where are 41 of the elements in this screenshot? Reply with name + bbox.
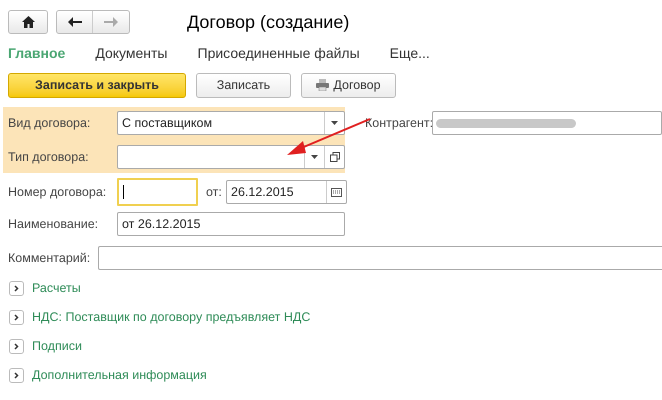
counterparty-field[interactable] — [432, 111, 662, 135]
contract-number-field[interactable] — [117, 178, 198, 206]
contract-kind-dropdown[interactable]: С поставщиком — [117, 111, 345, 135]
chevron-right-icon — [14, 284, 19, 292]
field-label: Вид договора: — [8, 114, 92, 132]
open-icon — [330, 152, 340, 162]
date-label: от: — [206, 184, 223, 201]
name-field[interactable]: от 26.12.2015 — [117, 212, 345, 236]
section-toggle[interactable]: Дополнительная информация — [9, 365, 662, 385]
tab[interactable]: Еще... — [390, 42, 430, 64]
window-title: Договор (создание) — [187, 10, 350, 34]
text-cursor — [123, 185, 124, 199]
section-toggle[interactable]: Расчеты — [9, 278, 662, 298]
tab[interactable]: Документы — [95, 42, 168, 64]
contract-type-dropdown[interactable] — [117, 145, 345, 169]
field-label: Контрагент: — [365, 114, 432, 132]
right-arrow-icon — [104, 17, 118, 27]
comment-field[interactable] — [98, 246, 662, 270]
field-label: Тип договора: — [8, 148, 90, 166]
caret-icon — [311, 155, 318, 159]
field-label: Комментарий: — [8, 250, 92, 267]
home-icon — [22, 16, 34, 28]
date-field[interactable]: 26.12.2015 — [226, 180, 347, 204]
printer-icon — [316, 79, 330, 91]
print-button[interactable]: Договор — [301, 72, 396, 98]
home-button[interactable] — [8, 10, 48, 34]
save-button[interactable]: Записать — [196, 72, 291, 98]
dropdown-value: С поставщиком — [121, 114, 214, 132]
left-arrow-icon — [68, 17, 82, 27]
chevron-right-icon — [14, 372, 19, 378]
date-value: 26.12.2015 — [230, 184, 295, 201]
tab[interactable]: Присоединенные файлы — [198, 42, 360, 64]
section-toggle[interactable]: НДС: Поставщик по договору предъявляет НДС — [9, 307, 662, 327]
calendar-icon — [331, 188, 342, 196]
save-and-close-button[interactable]: Записать и закрыть — [8, 72, 186, 98]
field-label: Наименование: — [8, 216, 100, 233]
section-toggle[interactable]: Подписи — [9, 336, 662, 356]
field-label: Номер договора: — [8, 184, 108, 201]
chevron-right-icon — [14, 342, 19, 350]
chevron-right-icon — [14, 314, 19, 320]
caret-icon — [331, 121, 338, 125]
